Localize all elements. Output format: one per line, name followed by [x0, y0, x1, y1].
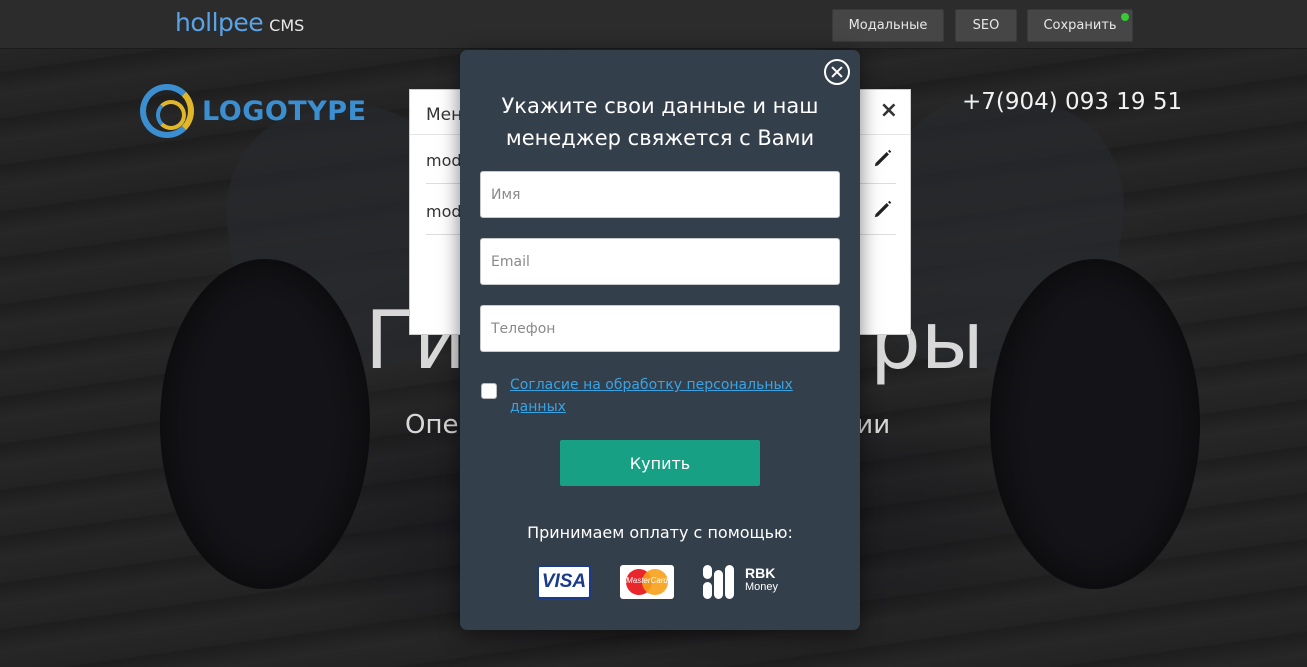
- name-field[interactable]: [480, 171, 840, 218]
- cms-toolbar: hollpee CMS Модальные SEO Сохранить: [0, 0, 1307, 49]
- modals-button[interactable]: Модальные: [832, 9, 944, 42]
- consent-link[interactable]: Согласие на обработку персональных данны…: [510, 374, 810, 418]
- mastercard-logo-text: MasterCard: [626, 576, 668, 585]
- modal-manager-row-name: mod: [426, 202, 462, 221]
- lead-form-modal: Укажите свои данные и наш менеджер свяже…: [460, 50, 860, 630]
- visa-logo: VISA: [537, 565, 591, 599]
- phone-field[interactable]: [480, 305, 840, 352]
- buy-button[interactable]: Купить: [560, 440, 760, 486]
- seo-button[interactable]: SEO: [955, 9, 1017, 42]
- close-icon[interactable]: [824, 59, 850, 85]
- pencil-icon[interactable]: [872, 147, 894, 169]
- modal-manager-title: Мен: [426, 105, 463, 125]
- cms-brand-suffix: CMS: [269, 16, 305, 35]
- site-logo[interactable]: LOGOTYPE: [140, 84, 367, 138]
- save-status-dot: [1121, 13, 1129, 21]
- pencil-icon[interactable]: [872, 198, 894, 220]
- rbk-logo-text: RBK: [745, 565, 776, 581]
- cms-brand-name: hollpee: [175, 8, 264, 37]
- rbk-bars-icon: [703, 565, 737, 599]
- rbk-money-logo: RBK Money: [703, 563, 783, 601]
- save-button[interactable]: Сохранить: [1027, 9, 1133, 42]
- consent-checkbox[interactable]: [481, 383, 497, 399]
- logo-ring-icon: [140, 84, 194, 138]
- site-logo-text: LOGOTYPE: [202, 95, 367, 127]
- rbk-logo-subtext: Money: [745, 581, 779, 593]
- modal-title: Укажите свои данные и наш менеджер свяже…: [501, 94, 819, 150]
- payment-label: Принимаем оплату с помощью:: [527, 523, 793, 542]
- site-phone[interactable]: +7(904) 093 19 51: [962, 89, 1182, 115]
- mastercard-logo: MasterCard: [620, 565, 674, 599]
- email-field[interactable]: [480, 238, 840, 285]
- modal-manager-row-name: mod: [426, 151, 462, 170]
- modal-manager-close-button[interactable]: ×: [880, 98, 898, 123]
- save-button-label: Сохранить: [1043, 18, 1117, 33]
- cms-logo[interactable]: hollpee CMS: [175, 8, 304, 37]
